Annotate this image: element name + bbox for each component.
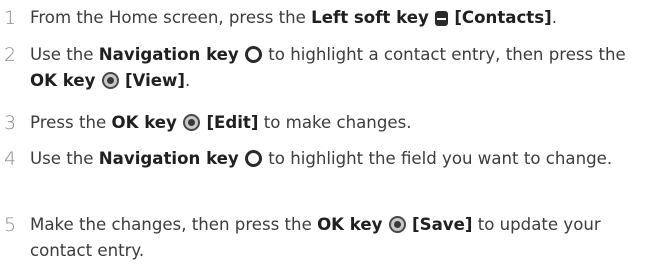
ok-key-label: OK key [317,215,383,234]
step-text: Make the changes, then press the OK key … [30,215,601,260]
left-soft-key-icon [435,11,449,26]
step-number: 1 [4,7,17,29]
left-soft-key-label: Left soft key [311,8,429,27]
navigation-key-icon [245,46,263,63]
ok-key-icon [183,114,201,131]
edit-label: [Edit] [206,113,259,132]
step-text-part: From the Home screen, press the [30,8,312,27]
save-label: [Save] [412,215,473,234]
step-number: 4 [4,148,17,170]
navigation-key-label: Navigation key [98,45,239,64]
navigation-key-label: Navigation key [98,149,239,168]
ok-key-label: OK key [30,71,96,90]
step-text: From the Home screen, press the Left sof… [30,8,557,27]
step-text: Press the OK key [Edit] to make changes. [30,113,412,132]
ok-key-label: OK key [111,113,177,132]
navigation-key-icon [245,150,263,167]
step-number: 3 [4,112,17,134]
step-number: 5 [4,214,17,236]
ok-key-icon [388,216,406,233]
ok-key-icon [101,72,119,89]
step-number: 2 [4,44,17,66]
contacts-label: [Contacts] [454,8,552,27]
view-label: [View] [124,71,185,90]
step-text: Use the Navigation key to highlight the … [30,149,613,168]
step-text: Use the Navigation key to highlight a co… [30,45,626,90]
